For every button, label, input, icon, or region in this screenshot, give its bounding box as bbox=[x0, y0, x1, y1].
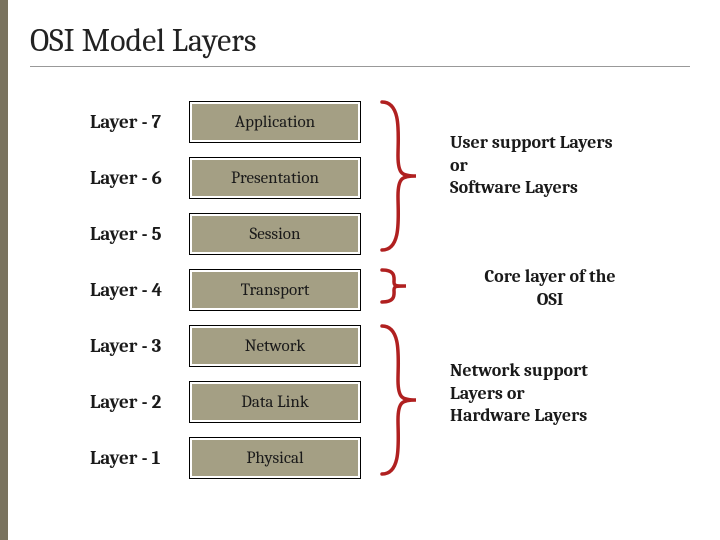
layer-box-data-link: Data Link bbox=[190, 382, 360, 422]
layer-row-1: Layer - 1 Physical bbox=[90, 432, 380, 484]
layer-number-1: Layer - 1 bbox=[90, 447, 190, 469]
annotation-upper-line3: Software Layers bbox=[450, 177, 680, 200]
layer-number-7: Layer - 7 bbox=[90, 111, 190, 133]
annotation-lower-line3: Hardware Layers bbox=[450, 405, 680, 428]
annotation-upper: User support Layers or Software Layers bbox=[450, 132, 680, 200]
layer-number-3: Layer - 3 bbox=[90, 335, 190, 357]
annotation-core-line1: Core layer of the bbox=[450, 266, 650, 289]
annotation-lower-line2: Layers or bbox=[450, 383, 680, 406]
layer-box-application: Application bbox=[190, 102, 360, 142]
bracket-lower-icon bbox=[372, 320, 432, 480]
layer-box-network: Network bbox=[190, 326, 360, 366]
annotation-core: Core layer of the OSI bbox=[450, 266, 650, 311]
title-underline bbox=[30, 66, 690, 67]
layer-box-presentation: Presentation bbox=[190, 158, 360, 198]
page-title: OSI Model Layers bbox=[30, 22, 256, 59]
layer-row-6: Layer - 6 Presentation bbox=[90, 152, 380, 204]
accent-strip bbox=[0, 0, 8, 540]
layer-box-transport: Transport bbox=[190, 270, 360, 310]
annotation-lower-line1: Network support bbox=[450, 360, 680, 383]
layer-box-session: Session bbox=[190, 214, 360, 254]
annotation-upper-line1: User support Layers bbox=[450, 132, 680, 155]
annotation-upper-line2: or bbox=[450, 155, 680, 178]
layer-number-4: Layer - 4 bbox=[90, 279, 190, 301]
bracket-upper-icon bbox=[372, 96, 432, 256]
osi-layer-stack: Layer - 7 Application Layer - 6 Presenta… bbox=[90, 96, 380, 488]
layer-number-2: Layer - 2 bbox=[90, 391, 190, 413]
bracket-core-icon bbox=[372, 266, 432, 306]
layer-row-5: Layer - 5 Session bbox=[90, 208, 380, 260]
annotation-core-line2: OSI bbox=[450, 289, 650, 312]
layer-number-5: Layer - 5 bbox=[90, 223, 190, 245]
layer-row-4: Layer - 4 Transport bbox=[90, 264, 380, 316]
annotation-lower: Network support Layers or Hardware Layer… bbox=[450, 360, 680, 428]
layer-box-physical: Physical bbox=[190, 438, 360, 478]
layer-row-3: Layer - 3 Network bbox=[90, 320, 380, 372]
layer-row-7: Layer - 7 Application bbox=[90, 96, 380, 148]
layer-number-6: Layer - 6 bbox=[90, 167, 190, 189]
layer-row-2: Layer - 2 Data Link bbox=[90, 376, 380, 428]
